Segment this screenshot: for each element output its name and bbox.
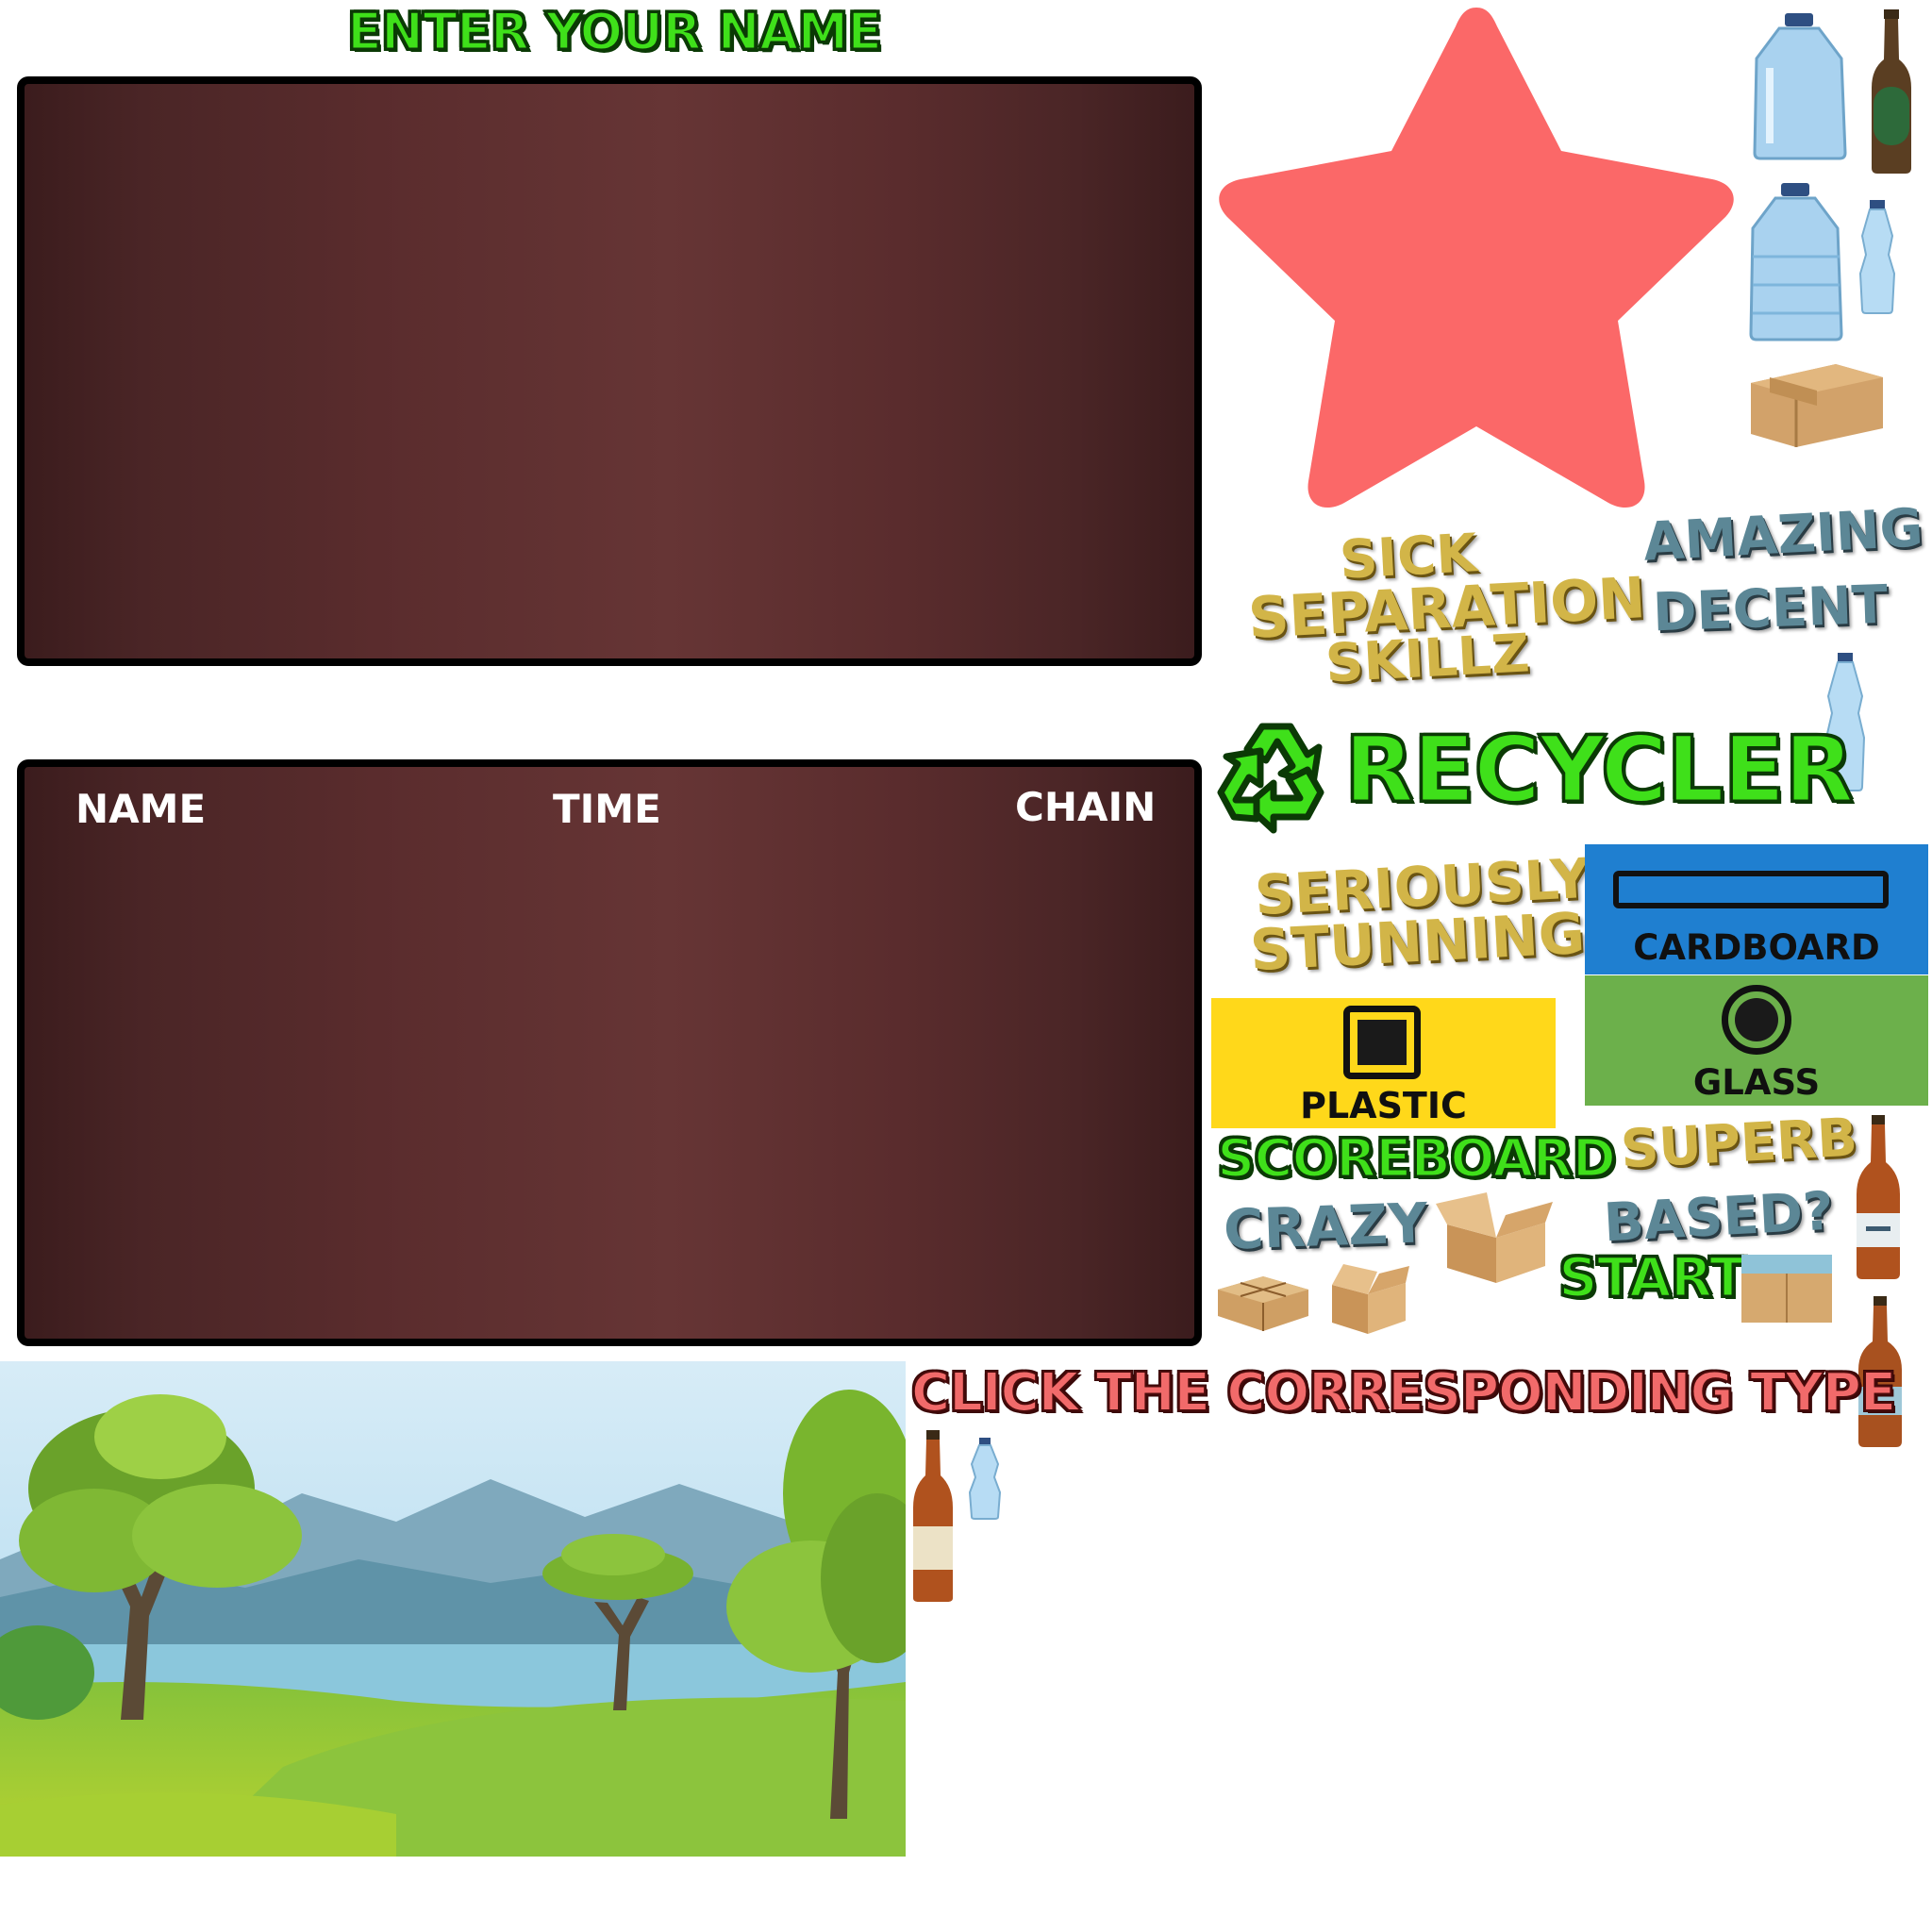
cardboard-bin-label: CARDBOARD xyxy=(1633,927,1880,968)
cardboard-box-icon xyxy=(1751,364,1883,447)
enter-name-title: ENTER YOUR NAME xyxy=(345,1,883,63)
cardboard-box-icon xyxy=(1741,1255,1832,1323)
star-icon xyxy=(1219,8,1734,508)
column-header-time: TIME xyxy=(553,786,661,832)
water-jug-icon xyxy=(1753,13,1847,160)
landscape-background xyxy=(0,1361,906,1857)
wrapped-parcel-icon xyxy=(1218,1276,1308,1331)
column-header-chain: CHAIN xyxy=(1015,784,1157,830)
brown-beer-bottle-icon xyxy=(1857,1115,1900,1279)
cardboard-slot xyxy=(1613,871,1889,908)
scoreboard-panel: NAME TIME CHAIN xyxy=(17,759,1202,1346)
name-entry-panel[interactable] xyxy=(17,76,1202,666)
start-button[interactable]: START xyxy=(1557,1244,1747,1311)
cardboard-bin-button[interactable]: CARDBOARD xyxy=(1585,844,1928,974)
recycle-icon xyxy=(1217,723,1324,834)
plastic-bottle-icon xyxy=(1858,200,1896,314)
water-jug-icon xyxy=(1749,183,1843,341)
recycler-title: RECYCLER xyxy=(1342,716,1855,824)
rating-superb: SUPERB xyxy=(1619,1107,1859,1181)
glass-bin-button[interactable]: GLASS xyxy=(1585,975,1928,1106)
rating-sick-line3: SKILLZ xyxy=(1324,623,1532,695)
green-glass-bottle-icon xyxy=(1872,9,1911,174)
scoreboard-button[interactable]: SCOREBOARD xyxy=(1215,1127,1617,1191)
open-box-icon xyxy=(1436,1192,1553,1283)
glass-bin-label: GLASS xyxy=(1692,1062,1821,1103)
instruction-text: CLICK THE CORRESPONDING TYPE xyxy=(910,1361,1897,1424)
plastic-bottle-icon xyxy=(968,1438,1002,1520)
column-header-name: NAME xyxy=(75,786,207,832)
plastic-bin-label: PLASTIC xyxy=(1300,1085,1467,1126)
glass-slot xyxy=(1722,985,1791,1055)
rating-crazy: CRAZY xyxy=(1222,1191,1429,1262)
plastic-bin-button[interactable]: PLASTIC xyxy=(1211,998,1556,1128)
plastic-slot xyxy=(1343,1006,1421,1079)
rating-based: BASED? xyxy=(1602,1180,1836,1255)
brown-beer-bottle-icon xyxy=(913,1430,953,1602)
open-box-icon xyxy=(1332,1264,1409,1334)
rating-decent: DECENT xyxy=(1651,574,1890,644)
